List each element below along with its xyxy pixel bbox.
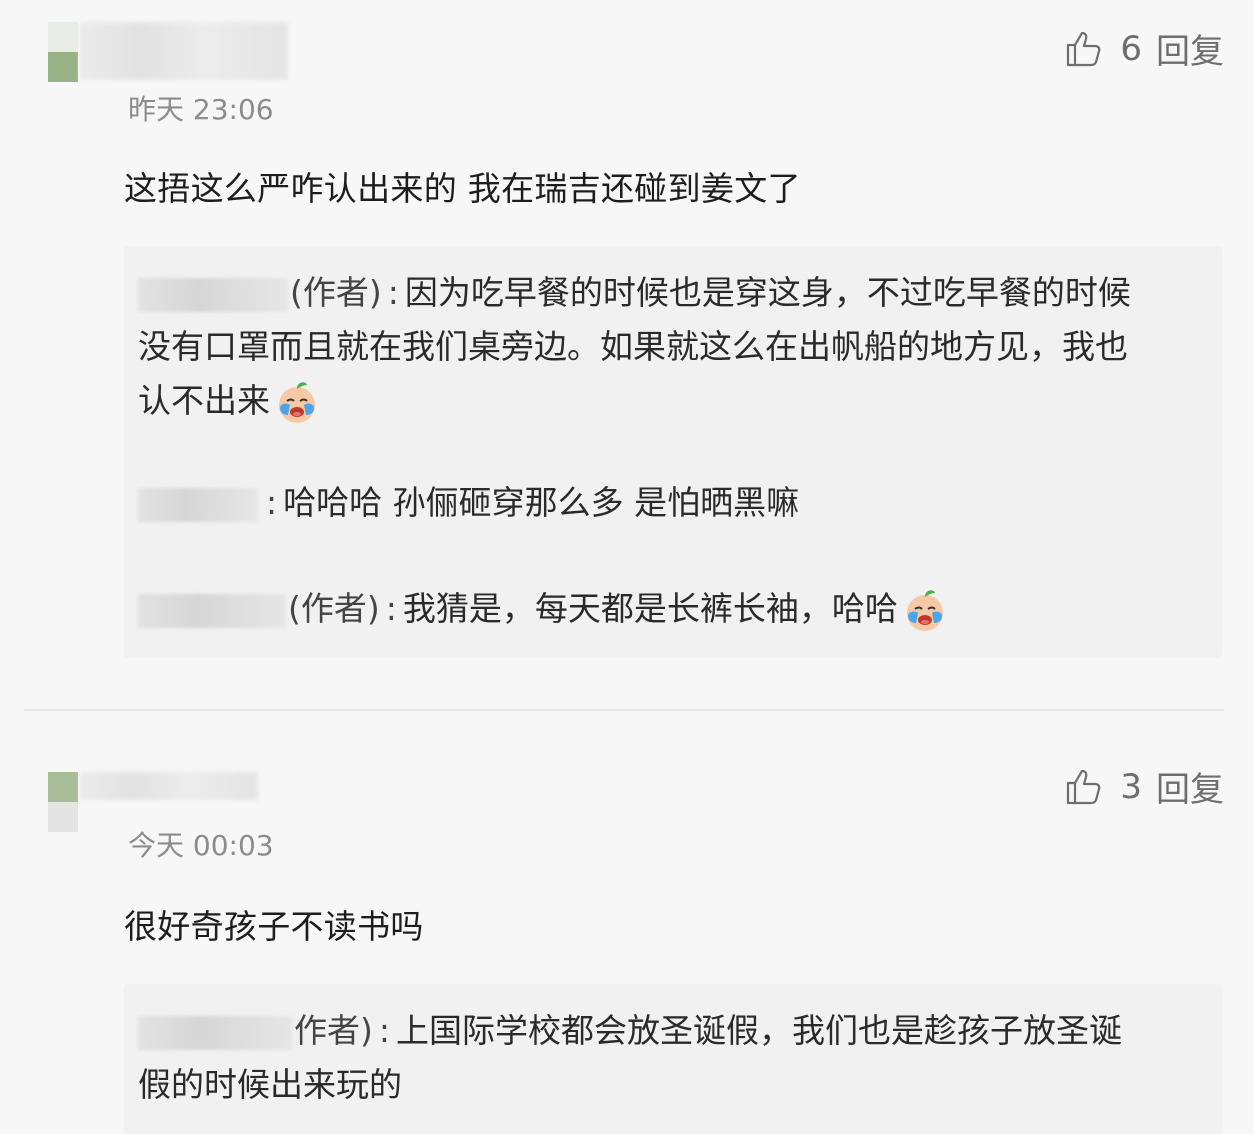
crying-baby-emoji — [906, 589, 943, 631]
comment-item: 今天 00:03 3 回复 很好奇孩子不读书吗 作者): 上国际学校都会放圣诞假，… — [0, 712, 1254, 1134]
username-blurred[interactable] — [80, 772, 258, 800]
comment-actions: 3 回复 — [1062, 762, 1224, 811]
avatar[interactable] — [48, 22, 78, 82]
reply-text: 我猜是，每天都是长裤长袖，哈哈 — [402, 589, 898, 628]
reply-item: (作者): 我猜是，每天都是长裤长袖，哈哈 — [138, 582, 1192, 636]
reply-button[interactable]: 回复 — [1156, 762, 1224, 811]
reply-username-blurred[interactable] — [138, 487, 258, 522]
reply-item: 作者): 上国际学校都会放圣诞假，我们也是趁孩子放圣诞 假的时候出来玩的 — [138, 1011, 1122, 1104]
reply-text-cont: 没有口罩而且就在我们桌旁边。如果就这么在出帆船的地方见，我也 — [138, 327, 1128, 366]
reply-list: (作者): 因为吃早餐的时候也是穿这身，不过吃早餐的时候 没有口罩而且就在我们桌旁… — [124, 246, 1222, 658]
reply-username-blurred[interactable] — [138, 593, 286, 628]
comment-actions: 6 回复 — [1062, 24, 1224, 73]
comment-time: 昨天 23:06 — [128, 93, 274, 126]
crying-baby-emoji — [279, 381, 315, 423]
reply-item: : 哈哈哈 孙俪砸穿那么多 是怕晒黑嘛 — [138, 476, 1192, 530]
reply-username-blurred[interactable] — [138, 1015, 292, 1050]
reply-text: 上国际学校都会放圣诞假，我们也是趁孩子放圣诞 — [396, 1011, 1122, 1050]
reply-list: 作者): 上国际学校都会放圣诞假，我们也是趁孩子放圣诞 假的时候出来玩的 — [124, 984, 1222, 1134]
like-count[interactable]: 6 — [1120, 29, 1142, 69]
comment-time: 今天 00:03 — [128, 829, 274, 862]
comment-text: 这捂这么严咋认出来的 我在瑞吉还碰到姜文了 — [124, 169, 801, 208]
comment-divider — [24, 709, 1224, 711]
reply-item: (作者): 因为吃早餐的时候也是穿这身，不过吃早餐的时候 没有口罩而且就在我们桌旁… — [138, 266, 1192, 428]
comment-text: 很好奇孩子不读书吗 — [124, 907, 424, 946]
reply-username-blurred[interactable] — [138, 277, 288, 312]
thumbs-up-icon[interactable] — [1062, 765, 1106, 809]
thumbs-up-icon[interactable] — [1062, 27, 1106, 71]
reply-text: 因为吃早餐的时候也是穿这身，不过吃早餐的时候 — [404, 273, 1131, 312]
reply-text-cont: 认不出来 — [138, 381, 270, 420]
reply-text-cont: 假的时候出来玩的 — [138, 1065, 402, 1104]
avatar[interactable] — [48, 772, 78, 832]
comment-item: 昨天 23:06 6 回复 这捂这么严咋认出来的 我在瑞吉还碰到姜文了 (作者)… — [0, 0, 1254, 710]
reply-text: 哈哈哈 孙俪砸穿那么多 是怕晒黑嘛 — [283, 483, 800, 522]
username-blurred[interactable] — [80, 22, 288, 80]
like-count[interactable]: 3 — [1120, 767, 1142, 807]
reply-button[interactable]: 回复 — [1156, 24, 1224, 73]
